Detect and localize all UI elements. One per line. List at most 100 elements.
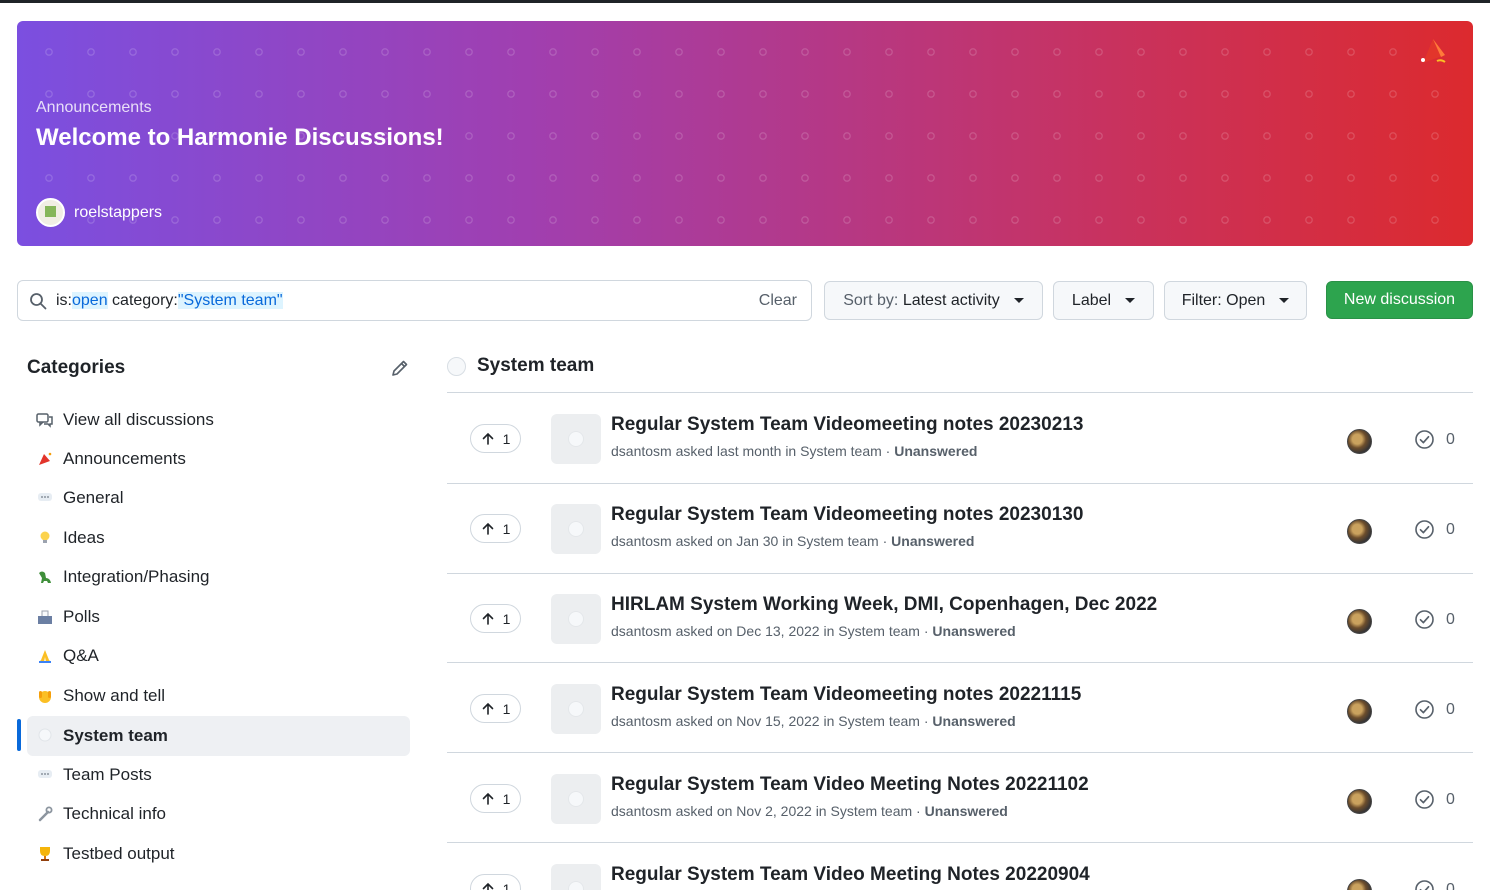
sidebar-item-technical-info[interactable]: Technical info [27, 794, 410, 834]
sidebar-item-show-and-tell[interactable]: Show and tell [27, 676, 410, 716]
discussion-status: Unanswered [924, 803, 1008, 819]
arrow-up-icon [482, 522, 493, 535]
discussion-meta: dsantosm asked last month in System team… [611, 443, 977, 459]
discussion-row[interactable]: 1 Regular System Team Videomeeting notes… [447, 663, 1473, 753]
thought-balloon-icon [36, 727, 54, 745]
sidebar-item-label: Show and tell [63, 686, 166, 705]
sidebar-item-announcements[interactable]: Announcements [27, 439, 410, 479]
thought-balloon-icon [568, 701, 584, 717]
sidebar-item-team-posts[interactable]: Team Posts [27, 755, 410, 795]
discussion-title[interactable]: Regular System Team Video Meeting Notes … [611, 864, 1090, 886]
upvote-button[interactable]: 1 [470, 604, 521, 633]
avatar[interactable] [1347, 609, 1372, 634]
answer-count-value: 0 [1446, 610, 1455, 628]
discussion-row[interactable]: 1 Regular System Team Videomeeting notes… [447, 483, 1473, 573]
chevron-down-icon [1013, 298, 1024, 303]
answer-count-value: 0 [1446, 700, 1455, 718]
sidebar-item-label: View all discussions [63, 410, 214, 429]
vote-count: 1 [502, 880, 511, 890]
search-query[interactable]: is:open category:"System team" [56, 292, 283, 310]
category-emoji-tile [551, 594, 601, 644]
check-circle-icon [1415, 880, 1434, 890]
discussion-row[interactable]: 1 Regular System Team Video Meeting Note… [447, 843, 1473, 890]
sidebar-item-view-all[interactable]: View all discussions [27, 400, 410, 440]
upvote-button[interactable]: 1 [470, 784, 521, 813]
sidebar-item-label: Technical info [63, 804, 167, 823]
sidebar-item-label: Integration/Phasing [63, 567, 210, 586]
discussion-title[interactable]: Regular System Team Videomeeting notes 2… [611, 504, 1083, 526]
discussion-title[interactable]: Regular System Team Videomeeting notes 2… [611, 684, 1081, 706]
upvote-button[interactable]: 1 [470, 424, 521, 453]
announcement-banner[interactable]: Announcements Welcome to Harmonie Discus… [17, 21, 1473, 246]
answer-count-value: 0 [1446, 520, 1455, 538]
thought-balloon-icon [568, 791, 584, 807]
sidebar-item-qa[interactable]: Q&A [27, 636, 410, 676]
sidebar-item-polls[interactable]: Polls [27, 597, 410, 637]
lightbulb-icon [36, 529, 54, 547]
discussion-author[interactable]: dsantosm [611, 623, 672, 639]
avatar[interactable] [1347, 789, 1372, 814]
discussion-when: asked on Nov 15, 2022 in System team · [671, 713, 933, 729]
sidebar-item-integration-phasing[interactable]: Integration/Phasing [27, 557, 410, 597]
discussion-row[interactable]: 1 Regular System Team Videomeeting notes… [447, 393, 1473, 483]
window-top-border [0, 0, 1490, 3]
check-circle-icon [1415, 790, 1434, 809]
banner-title[interactable]: Welcome to Harmonie Discussions! [36, 124, 444, 152]
discussion-title[interactable]: Regular System Team Videomeeting notes 2… [611, 414, 1083, 436]
label-dropdown[interactable]: Label [1053, 281, 1154, 320]
pray-icon [36, 647, 54, 665]
banner-category: Announcements [36, 99, 152, 116]
sort-dropdown[interactable]: Sort by: Latest activity [824, 281, 1043, 320]
discussion-author[interactable]: dsantosm [611, 713, 672, 729]
category-emoji-tile [551, 414, 601, 464]
check-circle-icon [1415, 700, 1434, 719]
discussion-row[interactable]: 1 Regular System Team Video Meeting Note… [447, 753, 1473, 843]
discussion-status: Unanswered [894, 443, 978, 459]
search-input[interactable]: is:open category:"System team" Clear [17, 280, 812, 321]
discussion-author[interactable]: dsantosm [611, 533, 672, 549]
raised-hands-icon [36, 687, 54, 705]
answer-count: 0 [1414, 879, 1455, 890]
search-icon [30, 293, 47, 310]
avatar[interactable] [1347, 699, 1372, 724]
category-emoji-tile [551, 774, 601, 824]
discussion-row[interactable]: 1 HIRLAM System Working Week, DMI, Copen… [447, 573, 1473, 663]
filter-dropdown[interactable]: Filter: Open [1164, 281, 1307, 320]
discussion-author[interactable]: dsantosm [611, 443, 672, 459]
discussion-when: asked on Dec 13, 2022 in System team · [671, 623, 933, 639]
chevron-down-icon [1279, 298, 1290, 303]
avatar [36, 198, 65, 227]
vote-count: 1 [502, 520, 511, 537]
discussion-title[interactable]: HIRLAM System Working Week, DMI, Copenha… [611, 594, 1157, 616]
arrow-up-icon [482, 792, 493, 805]
speech-balloon-icon [36, 489, 54, 507]
discussion-when: asked last month in System team · [671, 443, 895, 459]
sidebar-item-general[interactable]: General [27, 478, 410, 518]
avatar[interactable] [1347, 879, 1372, 890]
sidebar-item-testbed-output[interactable]: Testbed output [27, 834, 410, 874]
ballot-box-icon [36, 608, 54, 626]
sidebar-item-system-team[interactable]: System team [27, 716, 410, 756]
sidebar-item-ideas[interactable]: Ideas [27, 518, 410, 558]
upvote-button[interactable]: 1 [470, 874, 521, 890]
speech-balloon-icon [36, 766, 54, 784]
trophy-icon [36, 845, 54, 863]
discussion-author[interactable]: dsantosm [611, 803, 672, 819]
chevron-down-icon [1125, 298, 1136, 303]
new-discussion-button[interactable]: New discussion [1326, 281, 1473, 319]
answer-count: 0 [1414, 699, 1455, 720]
banner-author[interactable]: roelstappers [36, 198, 162, 227]
clear-button[interactable]: Clear [759, 292, 797, 310]
wrench-icon [36, 805, 54, 823]
upvote-button[interactable]: 1 [470, 514, 521, 543]
thought-balloon-icon [568, 431, 584, 447]
active-category-indicator [17, 719, 21, 751]
answer-count-value: 0 [1446, 790, 1455, 808]
discussion-title[interactable]: Regular System Team Video Meeting Notes … [611, 774, 1089, 796]
upvote-button[interactable]: 1 [470, 694, 521, 723]
avatar[interactable] [1347, 429, 1372, 454]
pencil-icon[interactable] [390, 358, 410, 378]
answer-count-value: 0 [1446, 430, 1455, 448]
avatar[interactable] [1347, 519, 1372, 544]
sidebar-item-label: General [63, 488, 124, 507]
